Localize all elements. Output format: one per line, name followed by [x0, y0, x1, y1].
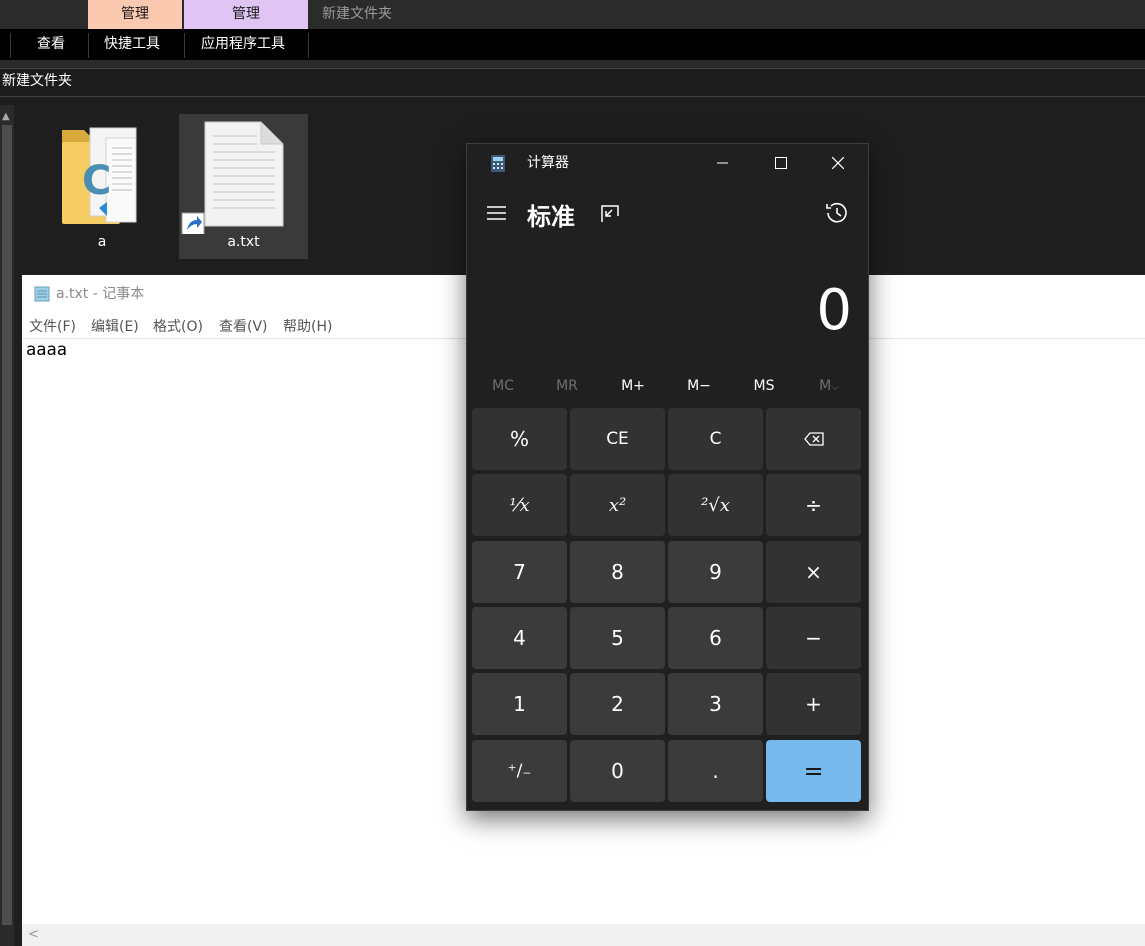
add-button[interactable]: + — [766, 673, 861, 735]
calculator-display: 0 — [816, 278, 852, 343]
scrollbar-thumb[interactable] — [2, 125, 12, 925]
square-root-label: ²√x — [701, 494, 730, 516]
menu-view[interactable]: 查看(V) — [219, 316, 268, 336]
digit-6-button[interactable]: 6 — [668, 607, 763, 669]
vertical-scrollbar[interactable]: ▲ — [0, 105, 14, 946]
clear-entry-button[interactable]: CE — [570, 408, 665, 470]
percent-button[interactable]: % — [472, 408, 567, 470]
digit-5-button[interactable]: 5 — [570, 607, 665, 669]
chevron-down-icon: ⌵ — [831, 382, 839, 393]
ribbon-app-tools[interactable]: 应用程序工具 — [201, 29, 285, 60]
digit-2-button[interactable]: 2 — [570, 673, 665, 735]
ribbon-view[interactable]: 查看 — [37, 29, 65, 60]
calculator-mode-label: 标准 — [527, 203, 575, 231]
horizontal-scrollbar[interactable]: < — [22, 924, 1145, 946]
digit-8-button[interactable]: 8 — [570, 541, 665, 603]
file-item-a-txt[interactable]: a.txt — [179, 114, 308, 259]
reciprocal-label: ⅟x — [509, 494, 530, 516]
ribbon-shortcut-tools[interactable]: 快捷工具 — [104, 29, 160, 60]
memory-store-button[interactable]: MS — [731, 372, 797, 400]
menu-help[interactable]: 帮助(H) — [283, 316, 332, 336]
minimize-button[interactable] — [703, 148, 743, 178]
square-button[interactable]: x² — [570, 474, 665, 536]
digit-3-button[interactable]: 3 — [668, 673, 763, 735]
digit-9-button[interactable]: 9 — [668, 541, 763, 603]
ribbon-separator — [10, 33, 11, 58]
menu-format[interactable]: 格式(O) — [153, 316, 203, 336]
digit-1-button[interactable]: 1 — [472, 673, 567, 735]
subtract-button[interactable]: − — [766, 607, 861, 669]
memory-recall-button[interactable]: MR — [534, 372, 600, 400]
maximize-button[interactable] — [761, 148, 801, 178]
maximize-icon — [775, 157, 787, 169]
svg-text:C: C — [82, 158, 111, 204]
menu-edit[interactable]: 编辑(E) — [91, 316, 139, 336]
clear-button[interactable]: C — [668, 408, 763, 470]
file-item-a[interactable]: C a — [44, 114, 160, 258]
text-file-shortcut-icon — [181, 121, 284, 234]
file-name: a.txt — [227, 234, 260, 250]
menu-file[interactable]: 文件(F) — [29, 316, 76, 336]
calculator-app-icon — [491, 155, 505, 172]
backspace-icon — [803, 432, 824, 446]
ribbon-separator — [308, 33, 309, 58]
multiply-button[interactable]: × — [766, 541, 861, 603]
notepad-title: a.txt - 记事本 — [56, 286, 145, 302]
scroll-up-arrow-icon[interactable]: ▲ — [2, 111, 10, 122]
minimize-icon — [717, 162, 728, 164]
manage-tab-1[interactable]: 管理 — [88, 0, 182, 29]
digit-0-button[interactable]: 0 — [570, 740, 665, 802]
decimal-button[interactable]: . — [668, 740, 763, 802]
address-bar[interactable] — [0, 68, 1145, 97]
history-icon[interactable] — [823, 199, 851, 227]
equals-button[interactable]: = — [766, 740, 861, 802]
hamburger-menu-icon[interactable] — [486, 203, 508, 223]
square-label: x² — [608, 494, 627, 516]
ribbon-separator — [184, 33, 185, 58]
ribbon-separator — [88, 33, 89, 58]
notepad-icon — [34, 286, 50, 302]
square-root-button[interactable]: ²√x — [668, 474, 763, 536]
close-icon — [832, 157, 844, 169]
digit-7-button[interactable]: 7 — [472, 541, 567, 603]
backspace-button[interactable] — [766, 408, 861, 470]
digit-4-button[interactable]: 4 — [472, 607, 567, 669]
scroll-left-arrow-icon[interactable]: < — [28, 927, 39, 942]
close-button[interactable] — [818, 148, 858, 178]
memory-list-button[interactable]: M⌵ — [796, 372, 862, 400]
window-title: 新建文件夹 — [322, 6, 392, 22]
ribbon-bar — [0, 29, 1145, 60]
address-text[interactable]: 新建文件夹 — [2, 68, 72, 95]
memory-subtract-button[interactable]: M− — [666, 372, 732, 400]
negate-button[interactable]: ⁺∕₋ — [472, 740, 567, 802]
folder-vscode-icon: C — [62, 127, 137, 224]
file-name: a — [97, 234, 107, 250]
manage-tab-2[interactable]: 管理 — [184, 0, 308, 29]
divide-button[interactable]: ÷ — [766, 474, 861, 536]
memory-add-button[interactable]: M+ — [600, 372, 666, 400]
calculator-title: 计算器 — [527, 155, 569, 171]
memory-clear-button[interactable]: MC — [470, 372, 536, 400]
ribbon-collapsed-strip — [0, 60, 1145, 68]
keep-on-top-icon[interactable] — [598, 202, 622, 226]
notepad-text-area[interactable]: aaaa — [26, 340, 67, 360]
reciprocal-button[interactable]: ⅟x — [472, 474, 567, 536]
memory-list-label: M — [819, 378, 832, 394]
